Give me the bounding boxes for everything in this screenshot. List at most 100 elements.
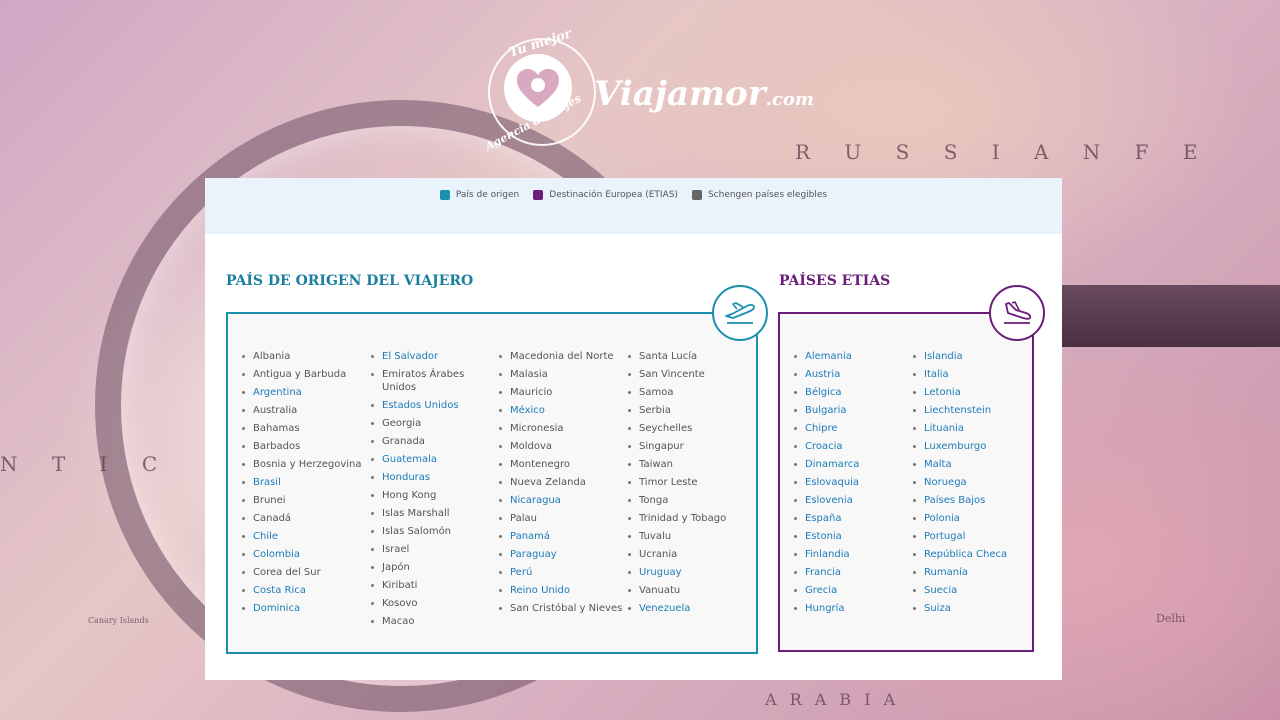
- origin-country-item: Albania: [242, 350, 362, 363]
- origin-country-item[interactable]: Venezuela: [628, 602, 726, 615]
- etias-country-item[interactable]: Países Bajos: [913, 494, 1007, 507]
- legend-item-origin: País de origen: [439, 190, 520, 200]
- etias-column: Alemania Austria Bélgica Bulgaria Chipre Croa…: [794, 350, 859, 620]
- origin-country-item: Macao: [371, 615, 489, 628]
- etias-country-item[interactable]: Suecia: [913, 584, 1007, 597]
- origin-country-item[interactable]: Guatemala: [371, 453, 489, 466]
- magnifying-glass-handle: [1040, 285, 1280, 347]
- legend-swatch: [439, 190, 450, 200]
- etias-country-item[interactable]: Luxemburgo: [913, 440, 1007, 453]
- logo-brand: Viajamor.com: [594, 74, 814, 114]
- origin-column: Albania Antigua y Barbuda Argentina Austral…: [242, 350, 362, 620]
- origin-country-item: Israel: [371, 543, 489, 556]
- etias-country-item[interactable]: Portugal: [913, 530, 1007, 543]
- etias-country-item[interactable]: Estonia: [794, 530, 859, 543]
- etias-country-item[interactable]: Austria: [794, 368, 859, 381]
- origin-country-item: Corea del Sur: [242, 566, 362, 579]
- map-label-delhi: Delhi: [1156, 612, 1186, 625]
- legend-item-etias: Destinación Europea (ETIAS): [533, 190, 678, 200]
- etias-country-item[interactable]: Rumanía: [913, 566, 1007, 579]
- origin-country-item: Barbados: [242, 440, 362, 453]
- origin-column: Santa Lucía San Vincente Samoa Serbia Seyche…: [628, 350, 726, 620]
- origin-country-item[interactable]: Paraguay: [499, 548, 622, 561]
- origin-country-item: Santa Lucía: [628, 350, 726, 363]
- origin-country-item[interactable]: Brasil: [242, 476, 362, 489]
- legend: País de origen Destinación Europea (ETIA…: [205, 178, 1062, 234]
- etias-country-item[interactable]: Suiza: [913, 602, 1007, 615]
- map-label-arabia: A R A B I A: [765, 690, 900, 709]
- etias-country-item[interactable]: Malta: [913, 458, 1007, 471]
- origin-country-item: Seychelles: [628, 422, 726, 435]
- legend-swatch: [533, 190, 544, 200]
- origin-country-item[interactable]: México: [499, 404, 622, 417]
- origin-country-item: Malasia: [499, 368, 622, 381]
- origin-country-item: Vanuatu: [628, 584, 726, 597]
- origin-country-item[interactable]: Perú: [499, 566, 622, 579]
- map-label-atlantic: N T I C: [0, 452, 172, 476]
- etias-country-item[interactable]: Finlandia: [794, 548, 859, 561]
- origin-country-list: Albania Antigua y Barbuda Argentina Austral…: [226, 312, 758, 654]
- etias-country-item[interactable]: Lituania: [913, 422, 1007, 435]
- etias-country-item[interactable]: Islandia: [913, 350, 1007, 363]
- origin-country-item[interactable]: Panamá: [499, 530, 622, 543]
- etias-country-item[interactable]: Noruega: [913, 476, 1007, 489]
- etias-info-card: País de origen Destinación Europea (ETIA…: [205, 178, 1062, 680]
- origin-section-title: PAÍS DE ORIGEN DEL VIAJERO: [226, 273, 474, 289]
- etias-country-list: Alemania Austria Bélgica Bulgaria Chipre Croa…: [778, 312, 1034, 652]
- etias-country-item[interactable]: República Checa: [913, 548, 1007, 561]
- etias-column: Islandia Italia Letonia Liechtenstein Lituan…: [913, 350, 1007, 620]
- etias-country-item[interactable]: Bélgica: [794, 386, 859, 399]
- origin-country-item: Kiribati: [371, 579, 489, 592]
- origin-country-item[interactable]: El Salvador: [371, 350, 489, 363]
- etias-country-item[interactable]: Grecia: [794, 584, 859, 597]
- legend-label: Schengen países elegibles: [707, 190, 828, 200]
- origin-country-item[interactable]: Uruguay: [628, 566, 726, 579]
- etias-country-item[interactable]: Eslovenia: [794, 494, 859, 507]
- etias-country-item[interactable]: Dinamarca: [794, 458, 859, 471]
- origin-country-item: Hong Kong: [371, 489, 489, 502]
- origin-country-item: Islas Salomón: [371, 525, 489, 538]
- origin-country-item[interactable]: Nicaragua: [499, 494, 622, 507]
- legend-label: País de origen: [455, 190, 520, 200]
- origin-country-item: Moldova: [499, 440, 622, 453]
- viajamor-logo[interactable]: Tu mejor Agencia de viajes Viajamor.com: [483, 26, 814, 153]
- etias-country-item[interactable]: España: [794, 512, 859, 525]
- origin-country-item: Montenegro: [499, 458, 622, 471]
- origin-country-item[interactable]: Dominica: [242, 602, 362, 615]
- origin-country-item: Georgia: [371, 417, 489, 430]
- etias-country-item[interactable]: Polonia: [913, 512, 1007, 525]
- origin-country-item[interactable]: Reino Unido: [499, 584, 622, 597]
- plane-takeoff-icon: [712, 285, 768, 341]
- etias-section-title: PAÍSES ETIAS: [779, 273, 891, 289]
- origin-country-item: Singapur: [628, 440, 726, 453]
- origin-country-item: Australia: [242, 404, 362, 417]
- legend-label: Destinación Europea (ETIAS): [549, 190, 678, 200]
- origin-country-item[interactable]: Argentina: [242, 386, 362, 399]
- origin-country-item[interactable]: Costa Rica: [242, 584, 362, 597]
- origin-country-item[interactable]: Estados Unidos: [371, 399, 489, 412]
- origin-country-item: Tonga: [628, 494, 726, 507]
- origin-column: Macedonia del Norte Malasia Mauricio México…: [499, 350, 622, 620]
- etias-country-item[interactable]: Eslovaquia: [794, 476, 859, 489]
- etias-country-item[interactable]: Alemania: [794, 350, 859, 363]
- etias-country-item[interactable]: Italia: [913, 368, 1007, 381]
- etias-country-item[interactable]: Letonia: [913, 386, 1007, 399]
- origin-country-item: Islas Marshall: [371, 507, 489, 520]
- etias-country-item[interactable]: Hungría: [794, 602, 859, 615]
- origin-country-item: Macedonia del Norte: [499, 350, 622, 363]
- origin-country-item[interactable]: Chile: [242, 530, 362, 543]
- etias-country-item[interactable]: Croacia: [794, 440, 859, 453]
- origin-country-item: Bosnia y Herzegovina: [242, 458, 362, 471]
- etias-country-item[interactable]: Liechtenstein: [913, 404, 1007, 417]
- etias-country-item[interactable]: Bulgaria: [794, 404, 859, 417]
- origin-country-item: Bahamas: [242, 422, 362, 435]
- legend-item-schengen: Schengen países elegibles: [691, 190, 828, 200]
- origin-country-item[interactable]: Honduras: [371, 471, 489, 484]
- etias-country-item[interactable]: Francia: [794, 566, 859, 579]
- origin-country-item: Micronesia: [499, 422, 622, 435]
- origin-country-item: San Cristóbal y Nieves: [499, 602, 622, 615]
- etias-country-item[interactable]: Chipre: [794, 422, 859, 435]
- origin-country-item: Granada: [371, 435, 489, 448]
- origin-country-item[interactable]: Colombia: [242, 548, 362, 561]
- origin-country-item: Tuvalu: [628, 530, 726, 543]
